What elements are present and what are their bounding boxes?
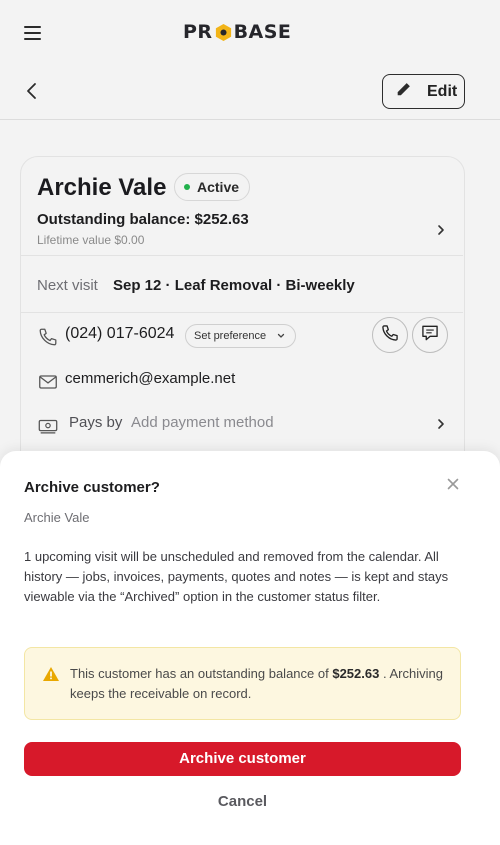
call-button[interactable]	[372, 317, 408, 353]
phone-icon	[37, 326, 59, 348]
chevron-down-icon	[276, 325, 286, 355]
cancel-button[interactable]: Cancel	[24, 790, 461, 814]
archive-customer-dialog: Archive customer? Archie Vale 1 upcoming…	[0, 451, 500, 845]
pays-by-label: Pays by	[69, 414, 123, 431]
logo-text-start: PR	[183, 21, 213, 43]
top-bar: PR BASE	[0, 0, 500, 62]
next-visit-label: Next visit	[37, 277, 98, 294]
chevron-right-icon[interactable]	[434, 417, 448, 431]
back-chevron-icon[interactable]	[20, 79, 44, 103]
divider	[21, 312, 463, 313]
balance-warning: This customer has an outstanding balance…	[24, 647, 461, 720]
chevron-right-icon[interactable]	[434, 223, 448, 237]
logo-o-mark	[214, 23, 233, 42]
lifetime-value: Lifetime value $0.00	[37, 233, 145, 247]
edit-button-label: Edit	[427, 82, 458, 100]
add-payment-method-link[interactable]: Add payment method	[131, 414, 274, 431]
sub-header: Edit	[0, 62, 500, 120]
customer-name: Archie Vale	[37, 174, 167, 201]
dialog-body: 1 upcoming visit will be unscheduled and…	[24, 549, 449, 604]
warning-icon	[42, 666, 60, 682]
logo-text-end: BASE	[233, 21, 292, 43]
status-badge: Active	[174, 173, 251, 201]
set-preference-label: Set preference	[194, 330, 267, 342]
cash-icon	[37, 415, 59, 437]
warning-text-start: This customer has an outstanding balance…	[70, 666, 329, 681]
message-button[interactable]	[412, 317, 448, 353]
close-icon[interactable]	[444, 475, 462, 493]
customer-card: Archie Vale Active Outstanding balance: …	[20, 156, 465, 486]
dialog-title: Archive customer?	[24, 479, 160, 496]
next-visit-value[interactable]: Sep 12 · Leaf Removal · Bi-weekly	[113, 277, 355, 294]
outstanding-balance[interactable]: Outstanding balance: $252.63	[37, 211, 249, 228]
dialog-subtitle: Archie Vale	[24, 510, 90, 525]
warning-amount: $252.63	[332, 666, 380, 681]
chat-icon	[420, 323, 440, 348]
probase-logo: PR BASE	[183, 20, 291, 44]
set-preference-button[interactable]: Set preference	[185, 324, 296, 348]
email-address[interactable]: cemmerich@example.net	[65, 370, 235, 387]
warning-text: This customer has an outstanding balance…	[70, 664, 450, 704]
menu-icon[interactable]	[22, 22, 44, 42]
phone-number[interactable]: (024) 017-6024	[65, 325, 174, 343]
archive-customer-button[interactable]: Archive customer	[24, 742, 461, 776]
edit-button[interactable]: Edit	[382, 74, 465, 109]
pencil-icon	[395, 80, 413, 103]
mail-icon	[37, 371, 59, 393]
divider	[21, 255, 463, 256]
phone-icon	[380, 323, 400, 348]
